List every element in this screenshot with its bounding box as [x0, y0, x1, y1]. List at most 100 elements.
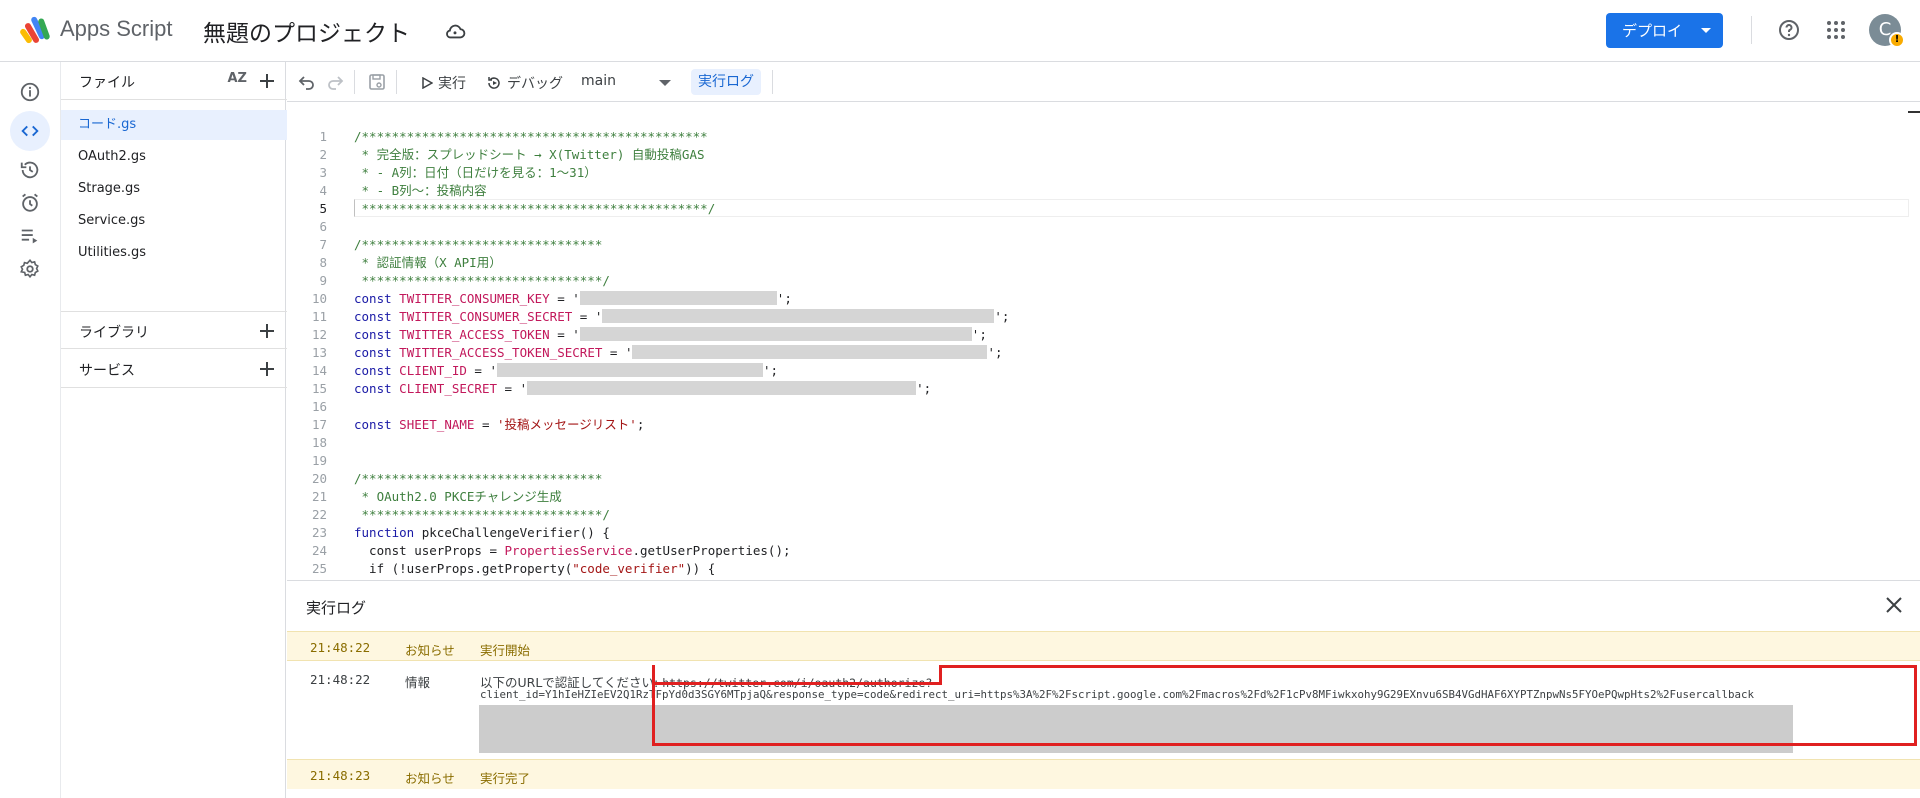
redacted-value [602, 309, 995, 323]
save-icon[interactable] [367, 72, 387, 92]
line-number: 17 [311, 417, 327, 432]
libraries-label: ライブラリ [79, 325, 149, 341]
app-name: Apps Script [60, 16, 173, 41]
apps-grid-icon[interactable] [1826, 20, 1846, 40]
help-icon[interactable] [1777, 18, 1801, 42]
redacted-value [497, 363, 764, 377]
code-line[interactable]: ********************************/ [354, 506, 610, 524]
log-row: 21:48:23 お知らせ 実行完了 [287, 759, 1920, 789]
highlight-box-step-vertical [939, 665, 942, 685]
line-number: 16 [311, 399, 327, 414]
overview-nav[interactable] [10, 72, 50, 112]
execution-log-toggle[interactable]: 実行ログ [691, 69, 761, 95]
highlight-box [652, 665, 1917, 746]
sort-az-icon[interactable]: AZ [228, 71, 248, 86]
warning-badge-icon: ! [1889, 32, 1905, 48]
project-title[interactable]: 無題のプロジェクト [203, 14, 410, 48]
code-line[interactable]: * OAuth2.0 PKCEチャレンジ生成 [354, 488, 562, 506]
settings-nav[interactable] [10, 249, 50, 289]
history-icon [20, 161, 39, 179]
run-label: 実行 [438, 76, 466, 92]
libraries-header: ライブラリ [61, 311, 287, 349]
add-library-icon[interactable] [257, 321, 277, 341]
function-select[interactable]: main [581, 73, 616, 89]
files-header-label: ファイル [79, 75, 135, 91]
code-line[interactable]: * 完全版：スプレッドシート → X(Twitter) 自動投稿GAS [354, 146, 705, 164]
code-line[interactable]: /***************************************… [354, 128, 708, 146]
code-line[interactable]: const TWITTER_ACCESS_TOKEN = ' '; [354, 326, 987, 344]
log-time: 21:48:22 [310, 672, 371, 687]
line-number: 1 [319, 129, 327, 144]
line-number: 25 [311, 561, 327, 576]
code-line[interactable]: * 認証情報（X API用） [354, 254, 502, 272]
code-line[interactable]: const TWITTER_CONSUMER_KEY = ' '; [354, 290, 792, 308]
line-number: 8 [319, 255, 327, 270]
services-header: サービス [61, 350, 287, 388]
line-number: 10 [311, 291, 327, 306]
code-line[interactable]: * - A列：日付（日だけを見る：1〜31） [354, 164, 597, 182]
redo-icon[interactable] [325, 72, 345, 92]
close-icon[interactable] [1883, 594, 1905, 616]
log-time: 21:48:22 [310, 640, 371, 655]
code-line[interactable]: * - B列〜：投稿内容 [354, 182, 487, 200]
log-message: 実行開始 [480, 643, 531, 658]
deploy-label: デプロイ [1622, 22, 1683, 40]
log-time: 21:48:23 [310, 768, 371, 783]
line-number: 22 [311, 507, 327, 522]
debug-label: デバッグ [507, 76, 563, 92]
code-line[interactable]: const CLIENT_ID = ' '; [354, 362, 778, 380]
file-item-utilities[interactable]: Utilities.gs [61, 238, 287, 268]
code-line[interactable]: const CLIENT_SECRET = ' '; [354, 380, 931, 398]
editor-nav[interactable] [10, 111, 50, 151]
toolbar-separator [772, 70, 773, 94]
chevron-down-icon[interactable] [659, 80, 671, 86]
cloud-saved-icon [446, 24, 466, 39]
code-line[interactable]: ****************************************… [354, 200, 716, 218]
add-service-icon[interactable] [257, 359, 277, 379]
deploy-button[interactable]: デプロイ [1606, 13, 1723, 48]
files-header: ファイル AZ [61, 62, 287, 100]
debug-button[interactable]: デバッグ [486, 73, 563, 93]
code-line[interactable]: const SHEET_NAME = '投稿メッセージリスト'; [354, 416, 644, 434]
line-number: 14 [311, 363, 327, 378]
code-line[interactable]: /******************************** [354, 470, 602, 488]
file-item-code[interactable]: コード.gs [61, 110, 287, 140]
run-button[interactable]: 実行 [421, 73, 466, 93]
code-line[interactable]: ********************************/ [354, 272, 610, 290]
file-item-service[interactable]: Service.gs [61, 206, 287, 236]
code-line[interactable]: const TWITTER_CONSUMER_SECRET = ' '; [354, 308, 1009, 326]
play-icon [422, 77, 433, 89]
code-editor[interactable]: 1/**************************************… [287, 103, 1920, 580]
log-title: 実行ログ [306, 599, 367, 617]
toolbar-separator [396, 70, 397, 94]
undo-icon[interactable] [297, 72, 317, 92]
file-item-strage[interactable]: Strage.gs [61, 174, 287, 204]
line-number: 7 [319, 237, 327, 252]
code-line[interactable]: const TWITTER_ACCESS_TOKEN_SECRET = ' '; [354, 344, 1003, 362]
log-level: お知らせ [405, 771, 455, 786]
toolbar-separator [354, 70, 355, 94]
code-line[interactable]: if (!userProps.getProperty("code_verifie… [354, 560, 715, 578]
log-row: 21:48:22 お知らせ 実行開始 [287, 631, 1920, 661]
line-number: 24 [311, 543, 327, 558]
code-line[interactable]: const userProps = PropertiesService.getU… [354, 542, 790, 560]
code-icon [21, 125, 39, 137]
apps-script-logo-icon[interactable] [20, 14, 54, 44]
code-line[interactable]: function pkceChallengeVerifier() { [354, 524, 610, 542]
editor-toolbar: 実行 デバッグ main 実行ログ [287, 62, 1920, 102]
line-number: 5 [319, 201, 327, 216]
add-file-icon[interactable] [257, 71, 277, 91]
redacted-value [579, 327, 972, 341]
line-number: 4 [319, 183, 327, 198]
line-number: 19 [311, 453, 327, 468]
log-message: 実行完了 [480, 771, 531, 786]
redacted-value [579, 291, 777, 305]
code-line[interactable]: /******************************** [354, 236, 602, 254]
line-number: 13 [311, 345, 327, 360]
line-number: 6 [319, 219, 327, 234]
alarm-icon [22, 193, 38, 212]
debug-icon [488, 77, 500, 89]
line-number: 15 [311, 381, 327, 396]
line-number: 12 [311, 327, 327, 342]
file-item-oauth2[interactable]: OAuth2.gs [61, 142, 287, 172]
